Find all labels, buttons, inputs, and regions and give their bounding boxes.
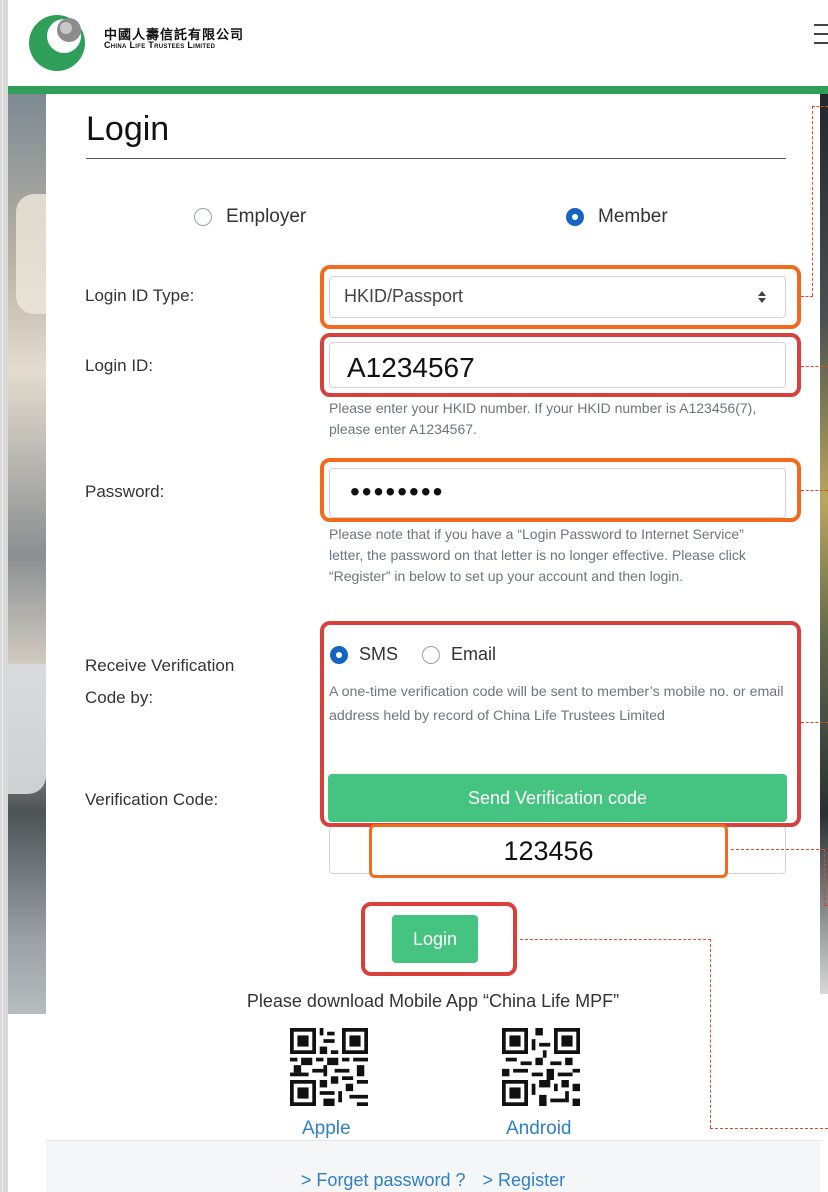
user-type-member-label: Member	[598, 206, 668, 227]
title-divider	[86, 158, 786, 159]
verification-code-value: 123456	[369, 824, 728, 878]
verify-hint: A one-time verification code will be sen…	[329, 684, 784, 724]
login-button[interactable]: Login	[392, 915, 478, 963]
user-type-employer-label: Employer	[226, 206, 307, 227]
login-id-label: Login ID:	[85, 356, 154, 375]
hamburger-menu-icon[interactable]	[814, 24, 828, 48]
radio-unchecked-icon[interactable]	[422, 645, 441, 664]
android-qr-code-icon	[502, 1028, 580, 1106]
radio-unchecked-icon[interactable]	[194, 208, 212, 226]
login-id-type-value: HKID/Passport	[344, 286, 464, 306]
header-green-bar	[8, 86, 828, 94]
verification-code-label: Verification Code:	[85, 790, 219, 809]
password-hint: Please note that if you have a “Login Pa…	[329, 526, 746, 584]
android-app-link[interactable]: Android	[506, 1118, 572, 1140]
login-id-type-select[interactable]: HKID/Passport	[329, 276, 786, 318]
footer-links: > Forget password ? > Register	[46, 1170, 820, 1191]
verify-option-sms[interactable]: SMS	[330, 644, 398, 665]
verification-method-options: SMS Email	[330, 644, 520, 665]
login-id-type-label: Login ID Type:	[85, 286, 195, 305]
site-header: 中國人壽信託有限公司 China Life Trustees Limited	[8, 0, 828, 86]
radio-checked-icon[interactable]	[566, 208, 584, 226]
login-id-value: A1234567	[347, 352, 475, 383]
china-life-logo	[29, 15, 85, 71]
user-type-employer[interactable]: Employer	[194, 206, 306, 228]
receive-code-label-line2: Code by:	[85, 688, 154, 707]
background-photo-left	[8, 94, 56, 1014]
apple-app-link[interactable]: Apple	[302, 1118, 351, 1140]
login-id-hint: Please enter your HKID number. If your H…	[329, 400, 757, 437]
forget-password-link[interactable]: > Forget password ?	[301, 1170, 466, 1190]
radio-checked-icon[interactable]	[330, 645, 348, 664]
receive-code-label-line1: Receive Verification	[85, 656, 235, 675]
verify-option-email-label: Email	[451, 644, 497, 664]
select-caret-icon	[757, 289, 767, 305]
background-photo-right	[820, 94, 828, 994]
password-label: Password:	[85, 482, 165, 501]
password-value: ••••••••	[350, 476, 445, 507]
brand-name-english: China Life Trustees Limited	[104, 40, 216, 50]
apple-qr-code-icon	[290, 1028, 368, 1106]
left-edge-stripe	[0, 0, 8, 1192]
verify-option-sms-label: SMS	[359, 644, 399, 664]
verify-option-email[interactable]: Email	[422, 644, 496, 665]
register-link[interactable]: > Register	[483, 1170, 566, 1190]
download-app-text: Please download Mobile App “China Life M…	[246, 991, 620, 1011]
send-verification-code-button[interactable]: Send Verification code	[328, 774, 787, 822]
page-title: Login	[86, 110, 170, 148]
login-card	[46, 94, 820, 1192]
user-type-member[interactable]: Member	[566, 206, 668, 228]
